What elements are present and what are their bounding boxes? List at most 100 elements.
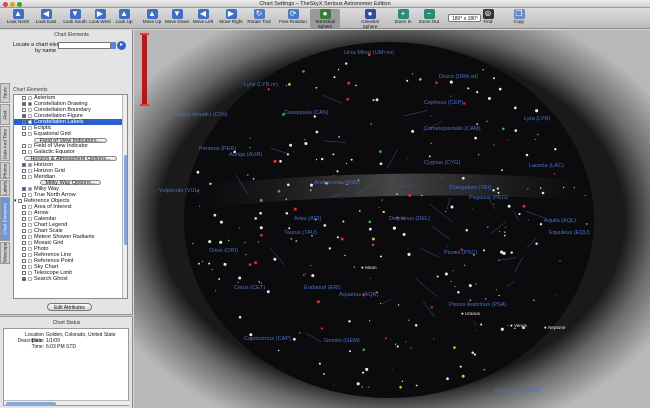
- toolbar-look-east-button[interactable]: ◀ Look East: [31, 9, 61, 28]
- checkbox[interactable]: [22, 247, 26, 252]
- star: [345, 62, 348, 65]
- constellation-label[interactable]: Lynx (LYN nr): [244, 82, 278, 88]
- minimize-window-button[interactable]: [10, 1, 15, 7]
- planet-venus[interactable]: ● Venus: [510, 323, 527, 328]
- constellation-label[interactable]: Orion (ORI): [209, 248, 238, 254]
- constellation-label[interactable]: Aries (ARI): [294, 216, 321, 222]
- splitter[interactable]: [0, 314, 133, 317]
- constellation-label[interactable]: Pisces Austrinus (PSA): [449, 302, 507, 308]
- tab-date-and-time[interactable]: Date And Time: [0, 126, 10, 161]
- checkbox[interactable]: [22, 235, 26, 240]
- tab-telescope[interactable]: Telescope: [0, 242, 10, 264]
- constellation-label[interactable]: Canis Minor (CMI): [494, 388, 539, 394]
- checkbox[interactable]: [22, 216, 26, 221]
- checkbox[interactable]: [22, 265, 26, 270]
- options-button[interactable]: Field of View Indicators...: [33, 137, 108, 143]
- constellation-label[interactable]: Ursa Minor (UMi nv): [344, 50, 394, 56]
- toolbar-move-left-button[interactable]: ◀ Move Left: [188, 9, 218, 28]
- star: [384, 337, 387, 340]
- checkbox[interactable]: [22, 204, 26, 209]
- tab-chart-elements[interactable]: Chart Elements: [0, 197, 10, 241]
- zoom-window-button[interactable]: [17, 1, 22, 7]
- constellation-label[interactable]: Vulpecula (VUL): [159, 188, 200, 194]
- constellation-label[interactable]: Lacerta (LAC): [529, 163, 564, 169]
- status-scrollbar[interactable]: [4, 400, 130, 406]
- checkbox[interactable]: [22, 132, 26, 137]
- checkbox[interactable]: [22, 271, 26, 276]
- list-scrollbar[interactable]: [122, 95, 127, 298]
- toolbar-look-up-button[interactable]: ▲ Look Up: [109, 9, 139, 28]
- close-window-button[interactable]: [3, 1, 8, 7]
- checkbox[interactable]: [22, 210, 26, 215]
- constellation-label[interactable]: Cassiopeia (CAS): [284, 110, 328, 116]
- constellation-label[interactable]: Pegasus (PEG): [469, 195, 508, 201]
- constellation-label[interactable]: Lyra (LYR): [524, 116, 550, 122]
- constellation-label[interactable]: Cygnus (CYG): [424, 160, 460, 166]
- checkbox[interactable]: [22, 229, 26, 234]
- constellation-label[interactable]: Canes Venatici (CVn): [174, 112, 227, 118]
- tab-labels[interactable]: Labels: [0, 180, 10, 196]
- checkbox[interactable]: [22, 102, 26, 107]
- planet-uranus[interactable]: ● Uranus: [461, 311, 480, 316]
- fov-select[interactable]: 180° x 180°: [448, 14, 481, 22]
- edit-attributes-button[interactable]: Edit Attributes: [47, 303, 92, 311]
- sky-chart[interactable]: Ursa Minor (UMi nv) Lynx (LYN nr) Draco (D…: [134, 30, 650, 408]
- constellation-label[interactable]: Perseus (PER): [199, 146, 236, 152]
- constellation-label[interactable]: Auriga (AUR): [229, 152, 262, 158]
- checkbox[interactable]: [18, 198, 22, 203]
- constellation-label[interactable]: Eridanus (ERI): [304, 285, 341, 291]
- constellation-label[interactable]: Taurus (TAU): [284, 230, 317, 236]
- toolbar-celestial-sphere-button[interactable]: ● Celestial Sphere: [355, 9, 385, 29]
- constellation-label[interactable]: Aquarius (AQR): [339, 292, 378, 298]
- toolbar-copy-button[interactable]: ❐ Copy: [504, 9, 534, 28]
- constellation-label[interactable]: Cepheus (CEP): [424, 100, 463, 106]
- checkbox[interactable]: [22, 174, 26, 179]
- planet-neptune[interactable]: ● Neptune: [544, 325, 565, 330]
- constellation-label[interactable]: Aquila (AQL): [544, 218, 576, 224]
- tab-photos[interactable]: Photos: [0, 162, 10, 179]
- checkbox[interactable]: [22, 96, 26, 100]
- tab-tours[interactable]: Tours: [0, 83, 10, 103]
- checkbox[interactable]: [22, 186, 26, 191]
- checkbox[interactable]: [22, 222, 26, 227]
- checkbox[interactable]: [22, 168, 26, 173]
- checkbox[interactable]: [22, 192, 26, 197]
- list-item[interactable]: Search Ghost: [14, 276, 127, 282]
- checkbox[interactable]: [22, 120, 26, 125]
- checkbox[interactable]: [22, 114, 26, 119]
- toolbar-zoom-out-button[interactable]: − Zoom Out: [414, 9, 444, 28]
- planet-moon[interactable]: ● Moon: [361, 265, 377, 270]
- constellation-label[interactable]: Equuleus (EQU): [549, 230, 590, 236]
- checkbox[interactable]: [22, 162, 26, 167]
- toolbar-rotate-tool-button[interactable]: ↻ Rotate Tool: [244, 9, 274, 28]
- constellation-label[interactable]: Delphinus (DEL): [389, 216, 430, 222]
- checkbox[interactable]: [22, 150, 26, 155]
- search-dropdown-button[interactable]: [111, 42, 116, 49]
- tab-find[interactable]: Find: [0, 104, 10, 125]
- options-button[interactable]: Horizon & Atmosphere Options...: [24, 155, 117, 161]
- checkbox[interactable]: [22, 277, 26, 282]
- search-go-icon[interactable]: ▸: [117, 41, 126, 50]
- toolbar-terrestrial-sphere-button[interactable]: ● Terrestrial Sphere: [310, 9, 340, 29]
- checkbox[interactable]: [22, 253, 26, 258]
- scrollbar-thumb[interactable]: [123, 155, 127, 245]
- toolbar-free-rotation-button[interactable]: ⟳ Free Rotation: [278, 9, 308, 28]
- star: [369, 320, 371, 322]
- toolbar-move-right-button[interactable]: ▶ Move Right: [216, 9, 246, 28]
- checkbox[interactable]: [22, 108, 26, 113]
- constellation-label[interactable]: Triangulum (TRI): [449, 185, 491, 191]
- checkbox[interactable]: [22, 144, 26, 149]
- constellation-label[interactable]: Camelopardalis (CAM): [424, 126, 481, 132]
- toolbar-look-north-button[interactable]: ▲ Look North: [3, 9, 33, 28]
- constellation-label[interactable]: Pisces (PSC): [444, 250, 477, 256]
- options-button[interactable]: Milky Way Options...: [39, 179, 102, 185]
- constellation-label[interactable]: Capricornus (CAP): [244, 336, 291, 342]
- constellation-label[interactable]: Cetus (CET): [234, 285, 265, 291]
- constellation-label[interactable]: Andromeda (AND): [314, 180, 360, 186]
- constellation-label[interactable]: Draco (DRA sd): [439, 74, 478, 80]
- checkbox[interactable]: [22, 259, 26, 264]
- checkbox[interactable]: [22, 241, 26, 246]
- checkbox[interactable]: [22, 126, 26, 131]
- constellation-label[interactable]: Gemini (GEM): [324, 338, 360, 344]
- search-input[interactable]: [58, 42, 111, 49]
